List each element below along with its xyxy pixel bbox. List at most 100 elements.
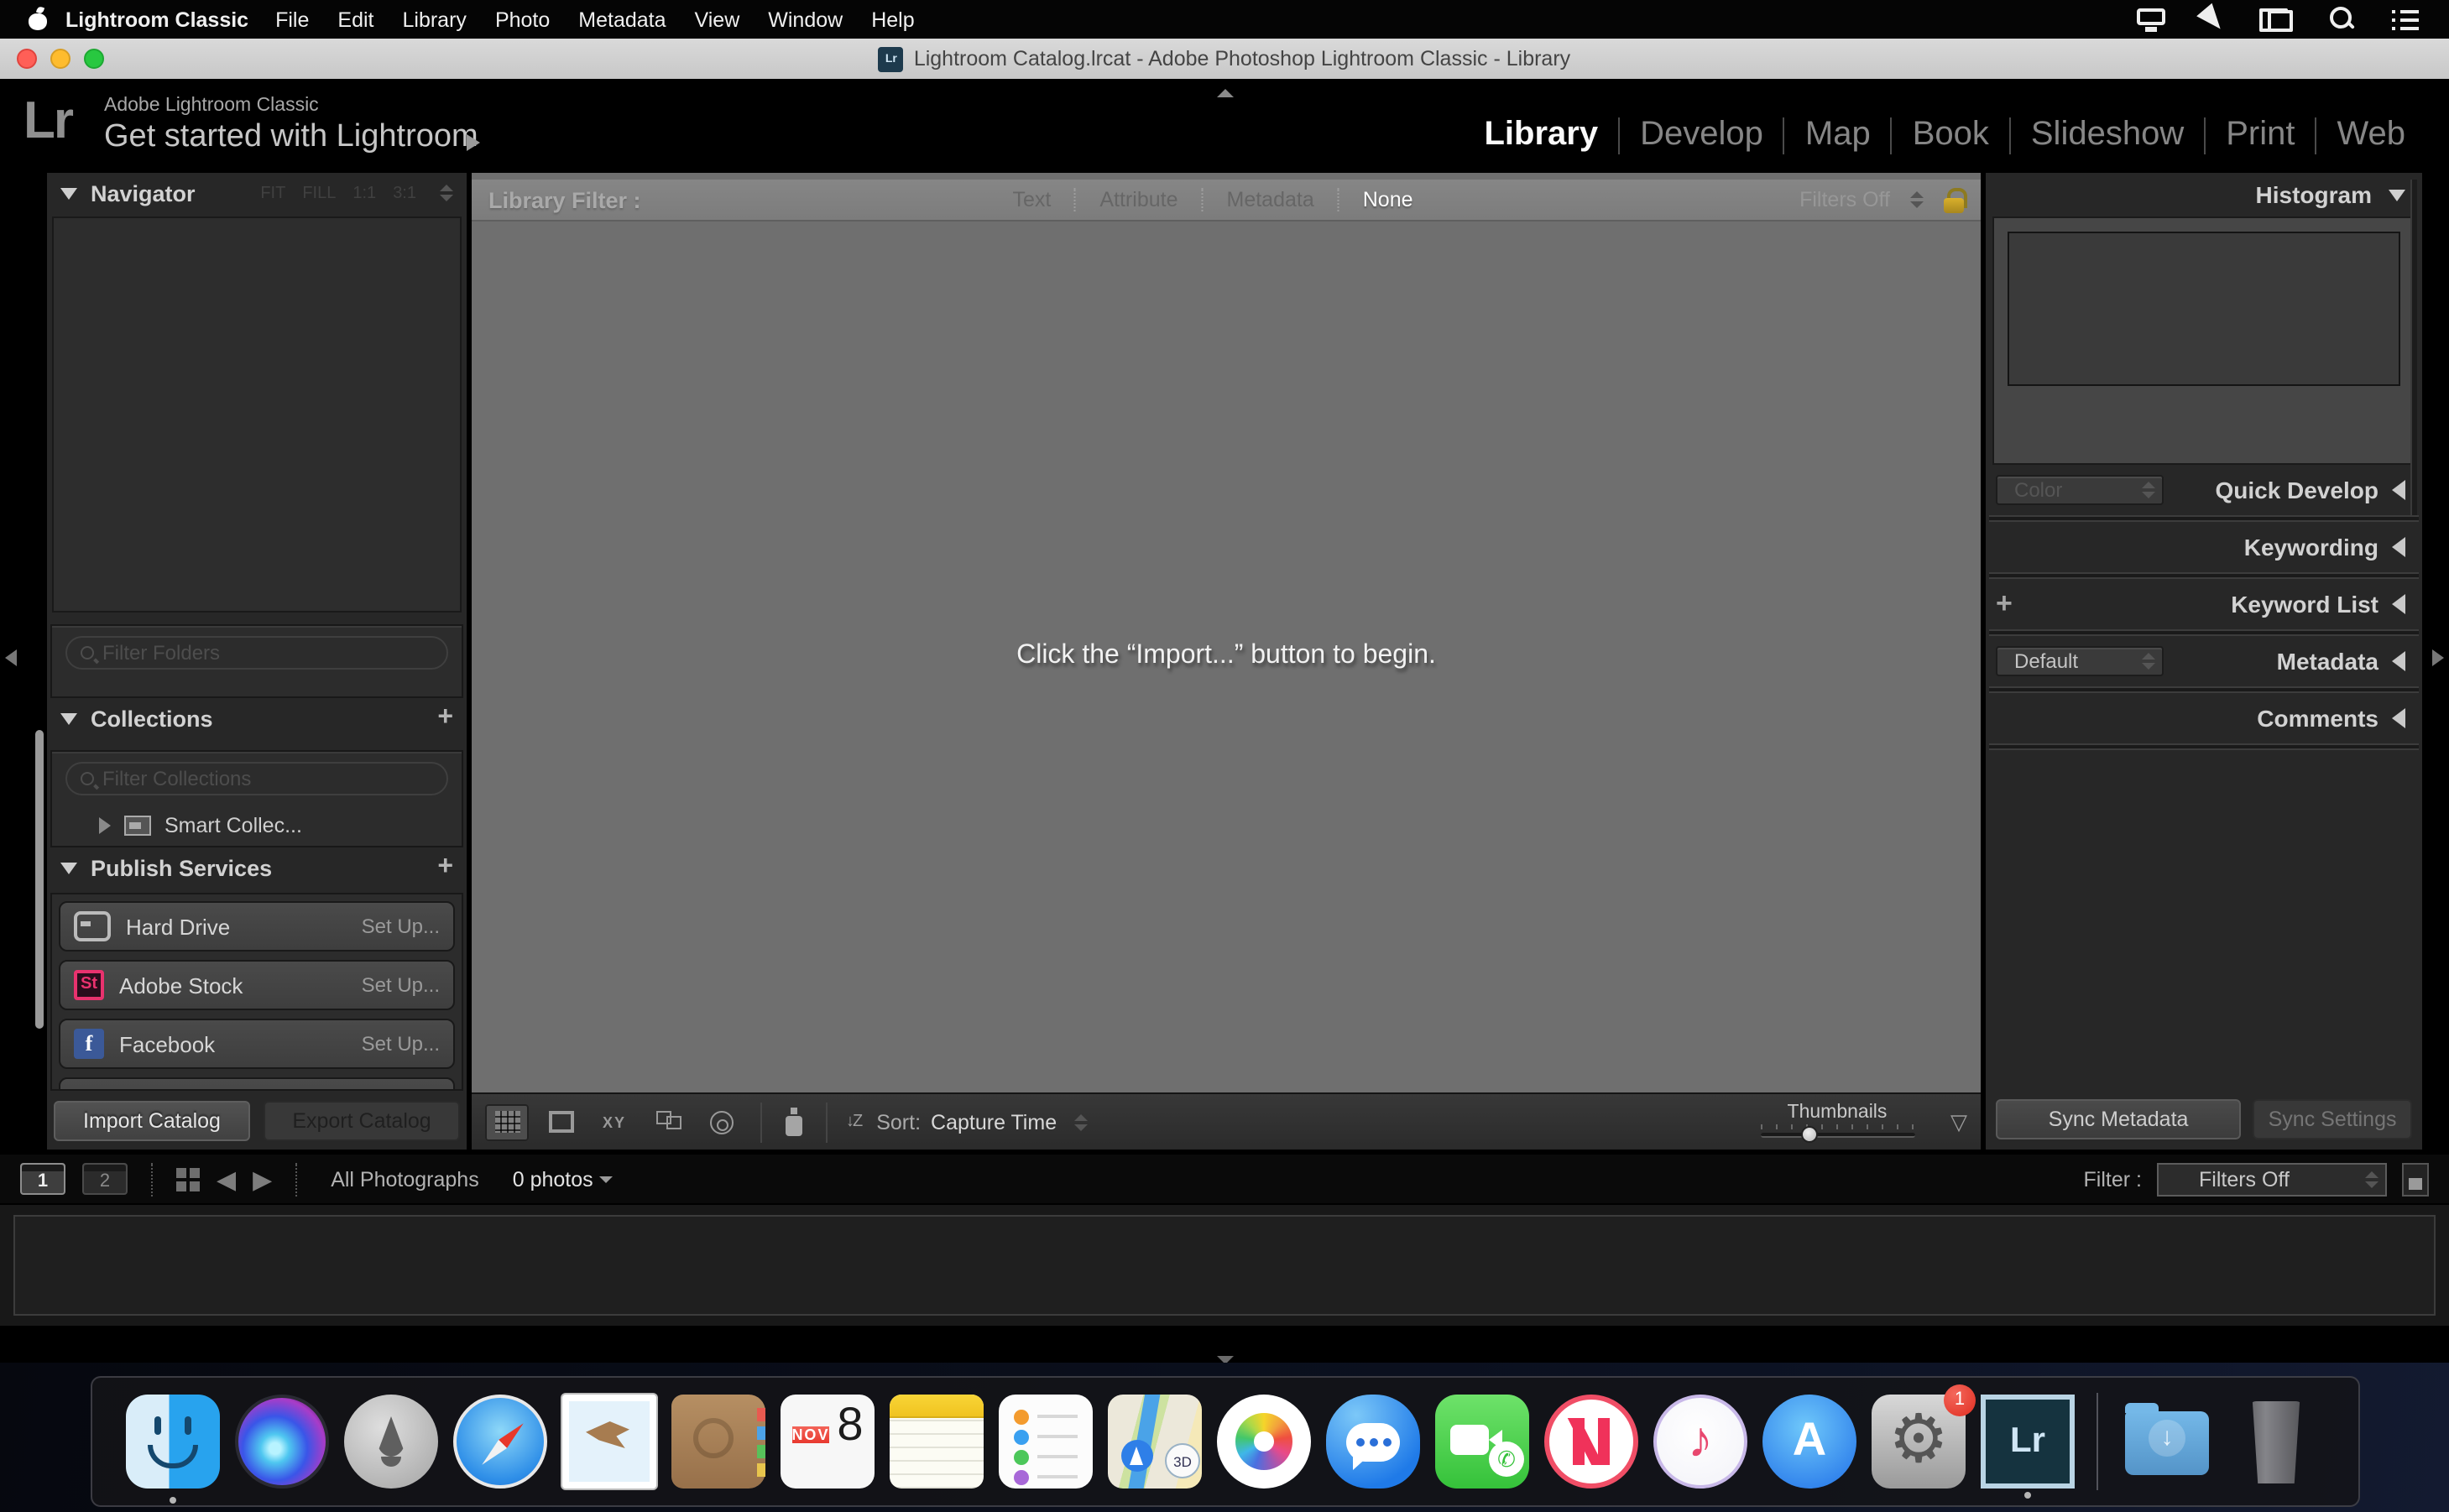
menu-edit[interactable]: Edit (337, 8, 373, 31)
dock-photos-icon[interactable] (1217, 1395, 1311, 1489)
collections-filter-input[interactable] (102, 767, 433, 790)
filter-metadata-option[interactable]: Metadata (1201, 188, 1337, 211)
zoom-fit[interactable]: FIT (260, 184, 285, 202)
module-library[interactable]: Library (1464, 116, 1618, 154)
right-panel-collapse-icon[interactable] (2432, 649, 2444, 666)
sort-direction-icon[interactable] (848, 1113, 863, 1131)
filter-attribute-option[interactable]: Attribute (1074, 188, 1201, 211)
filter-toggle-switch[interactable] (2402, 1162, 2429, 1196)
menu-photo[interactable]: Photo (495, 8, 550, 31)
dock-safari-icon[interactable] (453, 1395, 547, 1489)
set-up-button[interactable]: Set Up... (362, 915, 440, 938)
filter-text-option[interactable]: Text (989, 188, 1074, 211)
slider-knob[interactable] (1800, 1126, 1817, 1143)
add-collection-button[interactable]: + (437, 703, 453, 733)
top-panel-collapse-icon[interactable] (1217, 89, 1234, 97)
survey-view-button[interactable] (646, 1103, 690, 1140)
collections-filter-field[interactable] (65, 762, 448, 795)
menu-library[interactable]: Library (403, 8, 467, 31)
compare-view-button[interactable] (593, 1103, 636, 1140)
toolbar-options-icon[interactable] (1950, 1108, 1967, 1135)
dock-mail-icon[interactable] (562, 1395, 656, 1489)
dock-finder-icon[interactable] (126, 1395, 220, 1489)
second-window-button[interactable]: 2 (82, 1163, 128, 1195)
sync-metadata-button[interactable]: Sync Metadata (1996, 1099, 2241, 1139)
dock-app-store-icon[interactable] (1762, 1395, 1856, 1489)
collections-panel-header[interactable]: Collections + (47, 698, 467, 738)
people-view-button[interactable] (700, 1103, 744, 1140)
publish-service-hard-drive[interactable]: Hard Drive Set Up... (59, 901, 455, 952)
grid-view-shortcut-icon[interactable] (176, 1167, 200, 1191)
keyword-list-panel-header[interactable]: + Keyword List (1986, 579, 2422, 629)
add-keyword-button[interactable]: + (1996, 587, 2013, 621)
thumbnail-size-slider[interactable] (1760, 1124, 1914, 1141)
photo-count[interactable]: 0 photos (513, 1167, 614, 1191)
dock-system-preferences-icon[interactable]: 1 (1872, 1395, 1966, 1489)
import-catalog-button[interactable]: Import Catalog (54, 1101, 250, 1141)
dock-contacts-icon[interactable] (671, 1395, 765, 1489)
filter-none-option[interactable]: None (1338, 188, 1437, 211)
screen-mirroring-icon[interactable] (2137, 8, 2165, 31)
dock-calendar-icon[interactable]: NOV 8 (781, 1395, 875, 1489)
folders-filter-input[interactable] (102, 641, 433, 665)
left-panel-collapse-icon[interactable] (5, 649, 17, 666)
module-book[interactable]: Book (1893, 116, 2009, 154)
publish-services-panel-header[interactable]: Publish Services + (47, 847, 467, 888)
main-window-button[interactable]: 1 (20, 1163, 65, 1195)
module-print[interactable]: Print (2206, 116, 2315, 154)
dock-notes-icon[interactable] (890, 1395, 984, 1489)
zoom-stepper-icon[interactable] (440, 185, 453, 201)
folders-filter-field[interactable] (65, 636, 448, 670)
spotlight-search-icon[interactable] (2330, 7, 2355, 32)
module-map[interactable]: Map (1785, 116, 1891, 154)
module-slideshow[interactable]: Slideshow (2011, 116, 2204, 154)
left-panel-scrollbar[interactable] (35, 730, 44, 1029)
go-back-icon[interactable]: ◀ (217, 1164, 236, 1194)
filter-lock-icon[interactable] (1944, 187, 1964, 212)
dock-itunes-icon[interactable] (1653, 1395, 1747, 1489)
apple-menu-icon[interactable] (27, 8, 49, 30)
loupe-view-button[interactable] (539, 1103, 582, 1140)
expand-collection-icon[interactable] (99, 817, 111, 834)
menu-help[interactable]: Help (871, 8, 914, 31)
close-window-button[interactable] (17, 49, 37, 69)
publish-service-flickr[interactable]: Flickr Set Up... (59, 1077, 455, 1091)
zoom-1-1[interactable]: 1:1 (352, 184, 376, 202)
dock-maps-icon[interactable]: 3D (1108, 1395, 1202, 1489)
header-identity-plate[interactable]: Get started with Lightroom (104, 119, 478, 156)
quick-develop-panel-header[interactable]: Color Quick Develop (1986, 465, 2422, 515)
sync-settings-button[interactable]: Sync Settings (2253, 1099, 2412, 1139)
go-forward-icon[interactable]: ▶ (253, 1164, 272, 1194)
notification-center-icon[interactable] (2392, 9, 2419, 29)
dock-trash-icon[interactable] (2229, 1395, 2323, 1489)
sort-stepper-icon[interactable] (1073, 1113, 1087, 1130)
module-web[interactable]: Web (2316, 116, 2426, 154)
zoom-window-button[interactable] (84, 49, 104, 69)
smart-collections-item[interactable]: Smart Collec... (52, 806, 462, 846)
minimize-window-button[interactable] (50, 49, 70, 69)
publish-service-facebook[interactable]: f Facebook Set Up... (59, 1019, 455, 1069)
filter-preset-value[interactable]: Filters Off (1799, 188, 1890, 211)
menu-window[interactable]: Window (768, 8, 843, 31)
filter-preset-stepper-icon[interactable] (1910, 191, 1924, 208)
dock-reminders-icon[interactable] (999, 1395, 1093, 1489)
painter-spray-icon[interactable] (786, 1108, 802, 1136)
dock-downloads-folder-icon[interactable] (2120, 1395, 2214, 1489)
set-up-button[interactable]: Set Up... (362, 1032, 440, 1056)
grid-view-button[interactable] (485, 1103, 529, 1140)
right-panel-scrollbar[interactable] (2410, 180, 2417, 515)
dock-news-icon[interactable] (1544, 1395, 1638, 1489)
remote-pointer-icon[interactable] (2196, 3, 2228, 35)
add-publish-service-button[interactable]: + (437, 852, 453, 883)
displays-icon[interactable] (2259, 8, 2293, 31)
export-catalog-button[interactable]: Export Catalog (264, 1101, 460, 1141)
saved-preset-dropdown[interactable]: Color (1996, 475, 2164, 505)
metadata-preset-dropdown[interactable]: Default (1996, 646, 2164, 676)
sort-value[interactable]: Capture Time (931, 1110, 1057, 1134)
comments-panel-header[interactable]: Comments (1986, 693, 2422, 743)
dock-facetime-icon[interactable] (1435, 1395, 1529, 1489)
zoom-3-1[interactable]: 3:1 (393, 184, 416, 202)
set-up-button[interactable]: Set Up... (362, 973, 440, 997)
menu-metadata[interactable]: Metadata (578, 8, 666, 31)
dock-lightroom-icon[interactable]: Lr (1981, 1395, 2075, 1489)
